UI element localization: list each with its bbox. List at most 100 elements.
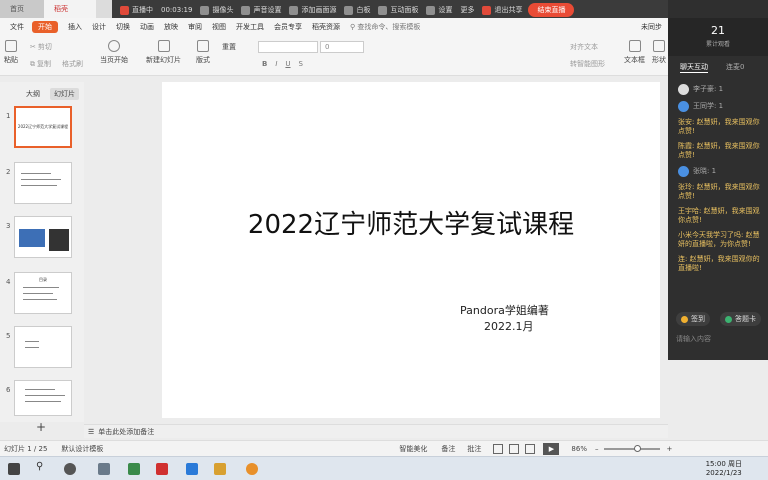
slide-number: 5 — [6, 332, 11, 340]
slide-thumbnail-4[interactable]: 目录 — [14, 272, 72, 314]
smart-beautify-button[interactable]: 智能美化 — [399, 444, 427, 454]
copy-button[interactable]: ⧉ 复制 — [30, 59, 51, 69]
smart-shape-button[interactable]: 转智能图形 — [570, 59, 605, 69]
browser-icon[interactable] — [186, 463, 198, 475]
file-menu[interactable]: 文件 — [10, 22, 24, 32]
zoom-slider[interactable] — [604, 444, 661, 452]
file-explorer-icon[interactable] — [214, 463, 226, 475]
zoom-out-icon[interactable]: – — [595, 445, 599, 453]
layout-icon — [197, 40, 209, 52]
italic-icon[interactable]: I — [275, 60, 277, 68]
stop-live-button[interactable]: 结束直播 — [528, 3, 575, 17]
slide-thumbnail-2[interactable] — [14, 162, 72, 204]
wps-icon[interactable] — [156, 463, 168, 475]
tab-slides[interactable]: 幻灯片 — [50, 88, 79, 100]
menu-design[interactable]: 设计 — [92, 22, 106, 32]
task-view-icon[interactable] — [64, 463, 76, 475]
camera-icon — [200, 5, 210, 15]
new-slide-button[interactable]: 新建幻灯片 — [146, 40, 181, 65]
textbox-button[interactable]: 文本框 — [624, 40, 645, 65]
menu-review[interactable]: 审阅 — [188, 22, 202, 32]
thumb-title: 2022辽宁师范大学复试课程 — [17, 124, 69, 129]
add-slide-icon[interactable]: + — [36, 420, 46, 434]
audio-settings-button[interactable]: 声音设置 — [241, 5, 281, 15]
underline-icon[interactable]: U — [285, 60, 290, 68]
strike-icon[interactable]: S — [299, 60, 303, 68]
grid-view-icon[interactable] — [509, 443, 520, 454]
notes-toggle[interactable]: 备注 — [441, 444, 455, 454]
tab-doc[interactable]: 稻壳 — [44, 0, 96, 18]
thumb-line — [23, 293, 53, 294]
settings-button[interactable]: 设置 — [426, 5, 452, 15]
bold-icon[interactable]: B — [262, 60, 267, 68]
tab-mic[interactable]: 连麦0 — [726, 62, 744, 72]
play-slideshow-icon[interactable]: ▶ — [543, 442, 560, 455]
thumb-line — [21, 173, 51, 174]
menu-insert[interactable]: 插入 — [68, 22, 82, 32]
chat-input[interactable]: 请输入内容 — [676, 334, 711, 344]
slide-author[interactable]: Pandora学姐编著 — [460, 302, 549, 318]
chat-message-text: 张晓: 1 — [693, 167, 717, 175]
whiteboard-button[interactable]: 白板 — [344, 5, 370, 15]
signin-label: 签到 — [691, 315, 705, 323]
slide-thumbnail-1[interactable]: 2022辽宁师范大学复试课程 — [14, 106, 72, 148]
align-text-button[interactable]: 对齐文本 — [570, 42, 598, 52]
menu-developer[interactable]: 开发工具 — [236, 22, 264, 32]
tab-chat[interactable]: 聊天互动 — [680, 62, 708, 73]
menu-resources[interactable]: 稻壳资源 — [312, 22, 340, 32]
sync-status[interactable]: 未同步 — [641, 22, 662, 32]
clock[interactable]: 15:00 周日 2022/1/23 — [706, 460, 742, 478]
menu-start[interactable]: 开始 — [32, 21, 58, 33]
audio-icon — [241, 5, 251, 15]
add-source-button[interactable]: 添加画面源 — [289, 5, 336, 15]
cut-button[interactable]: ✂ 剪切 — [30, 42, 52, 52]
menu-view[interactable]: 视图 — [212, 22, 226, 32]
template-name[interactable]: 默认设计模板 — [61, 444, 103, 454]
slide-canvas[interactable]: 2022辽宁师范大学复试课程 Pandora学姐编著 2022.1月 — [162, 82, 660, 418]
annotate-toggle[interactable]: 批注 — [467, 444, 481, 454]
signin-button[interactable]: 签到 — [676, 312, 710, 326]
menu-slideshow[interactable]: 放映 — [164, 22, 178, 32]
slide-thumbnail-5[interactable] — [14, 326, 72, 368]
wechat-icon[interactable] — [128, 463, 140, 475]
paste-button[interactable]: 粘贴 — [4, 40, 18, 65]
zoom-slider-thumb[interactable] — [634, 444, 642, 452]
notes-bar[interactable]: ☰ 单击此处添加备注 — [84, 424, 668, 438]
font-size-select[interactable]: 0 — [320, 41, 364, 53]
normal-view-icon[interactable] — [493, 443, 504, 454]
chat-message: 张玲: 赵慧妍，我来围观你点赞! — [678, 183, 760, 200]
interaction-panel-button[interactable]: 互动面板 — [378, 5, 418, 15]
slide-thumbnail-3[interactable] — [14, 216, 72, 258]
menu-transition[interactable]: 切换 — [116, 22, 130, 32]
live-app-icon[interactable] — [246, 463, 258, 475]
camera-button[interactable]: 摄像头 — [200, 5, 233, 15]
slide-date[interactable]: 2022.1月 — [484, 318, 534, 334]
slide-title[interactable]: 2022辽宁师范大学复试课程 — [162, 204, 660, 241]
layout-label: 版式 — [196, 56, 210, 64]
menu-member[interactable]: 会员专享 — [274, 22, 302, 32]
textbox-label: 文本框 — [624, 56, 645, 64]
answer-card-button[interactable]: 答题卡 — [720, 312, 761, 326]
calculator-icon[interactable] — [98, 463, 110, 475]
paste-icon — [5, 40, 17, 52]
reading-view-icon[interactable] — [525, 443, 536, 454]
more-button[interactable]: 更多 — [460, 5, 474, 15]
live-toolbar: 直播中 00:03:19 摄像头 声音设置 添加画面源 白板 互动面板 设置 更… — [112, 0, 668, 20]
reset-button[interactable]: 重置 — [222, 42, 236, 52]
slide-thumbnail-6[interactable] — [14, 380, 72, 416]
menu-animation[interactable]: 动画 — [140, 22, 154, 32]
windows-start-icon[interactable] — [8, 463, 20, 475]
search-icon[interactable]: ⚲ — [36, 461, 48, 473]
shape-button[interactable]: 形状 — [652, 40, 666, 65]
tab-outline[interactable]: 大纲 — [22, 88, 44, 100]
from-current-button[interactable]: 当页开始 — [100, 40, 128, 65]
zoom-in-icon[interactable]: + — [666, 445, 672, 453]
font-name-select[interactable] — [258, 41, 318, 53]
thumb-line — [25, 341, 39, 342]
search-commands[interactable]: ⚲ 查找命令、搜索模板 — [350, 22, 420, 32]
format-painter-button[interactable]: 格式刷 — [62, 59, 83, 69]
zoom-level[interactable]: 86% — [571, 445, 587, 453]
exit-share-button[interactable]: 退出共享 — [482, 5, 522, 15]
layout-button[interactable]: 版式 — [196, 40, 210, 65]
tab-home[interactable]: 首页 — [0, 0, 44, 18]
